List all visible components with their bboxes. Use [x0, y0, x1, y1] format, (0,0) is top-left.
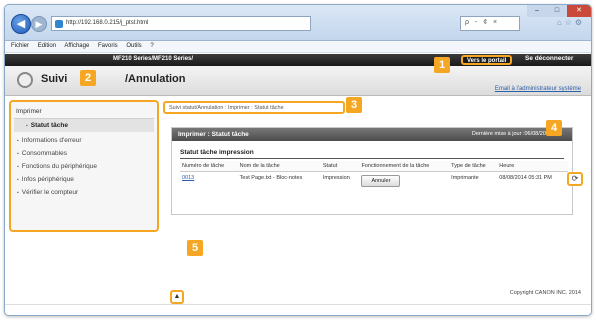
job-status-panel: Imprimer : Statut tâche Dernière mise à …: [171, 127, 573, 215]
copyright: Copyright CANON INC. 2014: [509, 290, 581, 296]
back-button[interactable]: ◀: [11, 14, 31, 34]
callout-4: 4: [546, 120, 562, 136]
panel-title: Imprimer : Statut tâche: [178, 131, 249, 138]
logout-link[interactable]: Se déconnecter: [525, 55, 573, 62]
job-table: Numéro de tâche Nom de la tâche Statut F…: [180, 161, 568, 190]
menu-view[interactable]: Affichage: [64, 43, 89, 49]
address-bar[interactable]: http://192.168.0.215/j_ptst.html: [51, 16, 311, 31]
menu-help[interactable]: ?: [150, 43, 153, 49]
table-row: 0013 Test Page.txt - Bloc-notes Impressi…: [180, 172, 568, 191]
back-to-top-icon[interactable]: ▲: [170, 290, 184, 304]
panel-title-bar: Imprimer : Statut tâche Dernière mise à …: [172, 128, 572, 141]
col-time: Heure: [497, 161, 568, 172]
table-header-row: Numéro de tâche Nom de la tâche Statut F…: [180, 161, 568, 172]
home-star-gear-icons[interactable]: ⌂☆⚙: [557, 18, 585, 27]
sidebar-heading[interactable]: Imprimer: [14, 106, 154, 119]
maximize-button[interactable]: □: [547, 5, 567, 17]
browser-toolbar: ◀ ▶ http://192.168.0.215/j_ptst.html ρ -…: [5, 5, 591, 41]
job-type: Imprimante: [451, 175, 479, 181]
col-job-name: Nom de la tâche: [237, 161, 321, 172]
page: MF210 Series/MF210 Series/ Vers le porta…: [5, 54, 591, 315]
sidebar-item-counter[interactable]: Vérifier le compteur: [14, 186, 154, 199]
address-tools[interactable]: ρ - ¢ ×: [460, 16, 520, 31]
section-title: Statut tâche impression: [180, 149, 564, 159]
menu-edit[interactable]: Edition: [38, 43, 56, 49]
sidebar-item-job-status[interactable]: Statut tâche: [14, 119, 154, 132]
col-job-number: Numéro de tâche: [180, 161, 238, 172]
cancel-button[interactable]: Annuler: [361, 175, 401, 187]
menu-bar: Fichier Edition Affichage Favoris Outils…: [5, 41, 591, 53]
menu-favorites[interactable]: Favoris: [98, 43, 118, 49]
sidebar-item-error-info[interactable]: Informations d'erreur: [14, 134, 154, 147]
menu-tools[interactable]: Outils: [126, 43, 141, 49]
sidebar-item-device-info[interactable]: Infos périphérique: [14, 173, 154, 186]
page-title-part2: /Annulation: [125, 73, 186, 85]
close-window-button[interactable]: ✕: [567, 5, 591, 17]
col-operation: Fonctionnement de la tâche: [359, 161, 450, 172]
callout-5: 5: [187, 240, 203, 256]
page-title-part1: Suivi: [41, 73, 68, 85]
job-number-link[interactable]: 0013: [180, 172, 238, 191]
refresh-icon[interactable]: ⟳: [567, 172, 583, 186]
sidebar-item-device-functions[interactable]: Fonctions du périphérique: [14, 160, 154, 173]
footer-divider: [5, 304, 591, 305]
favicon-icon: [55, 20, 63, 28]
last-update: Dernière mise à jour :06/08/2014: [471, 131, 552, 137]
job-operation: Annuler: [359, 172, 449, 191]
col-job-type: Type de tâche: [449, 161, 498, 172]
job-name: Test Page.txt - Bloc-notes: [239, 175, 303, 181]
job-time: 08/08/2014 05:31 PM: [499, 175, 552, 181]
callout-3: 3: [346, 97, 362, 113]
page-title: Suivi /Annulation: [41, 73, 186, 85]
sidebar: Imprimer Statut tâche Informations d'err…: [9, 100, 159, 232]
menu-file[interactable]: Fichier: [11, 43, 29, 49]
job-status: Impression: [322, 175, 350, 181]
browser-window: ◀ ▶ http://192.168.0.215/j_ptst.html ρ -…: [4, 4, 592, 316]
callout-2: 2: [80, 70, 96, 86]
minimize-button[interactable]: –: [527, 5, 547, 17]
admin-mail-link[interactable]: Email à l'administrateur système: [495, 86, 581, 92]
url-text: http://192.168.0.215/j_ptst.html: [66, 20, 149, 26]
breadcrumb[interactable]: Suivi statut/Annulation : Imprimer : Sta…: [163, 101, 345, 114]
portal-link[interactable]: Vers le portail: [461, 55, 513, 65]
status-monitor-icon: [17, 72, 33, 88]
sidebar-item-consumables[interactable]: Consommables: [14, 147, 154, 160]
callout-1: 1: [434, 57, 450, 73]
device-band: MF210 Series/MF210 Series/ Vers le porta…: [5, 54, 591, 66]
col-status: Statut: [320, 161, 360, 172]
forward-button[interactable]: ▶: [31, 16, 47, 32]
device-name: MF210 Series/MF210 Series/: [113, 56, 194, 62]
